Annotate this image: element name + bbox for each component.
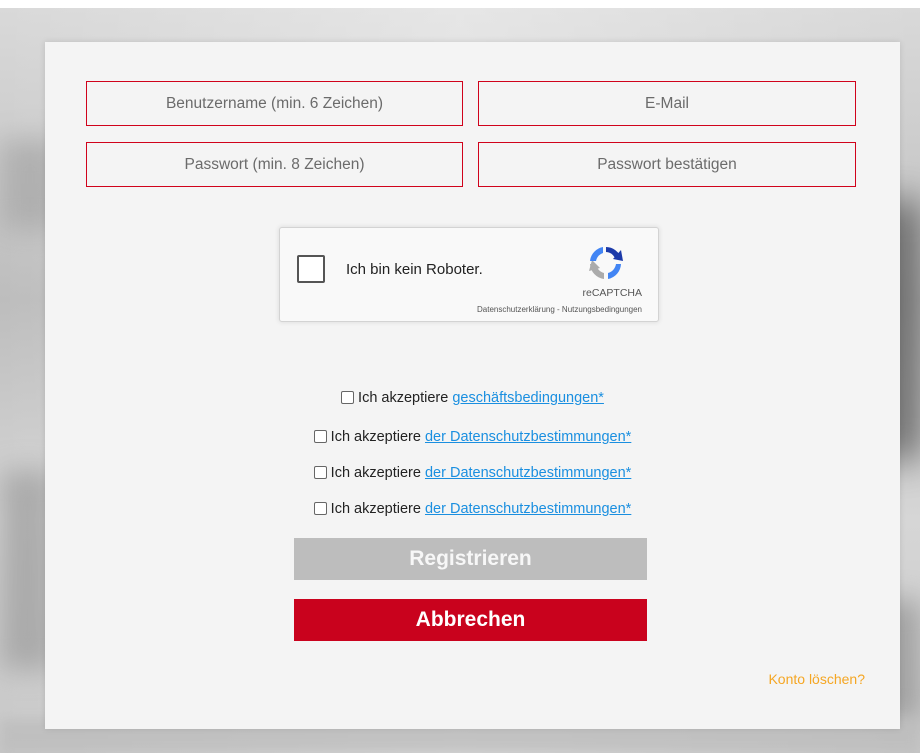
email-input[interactable]	[478, 81, 856, 126]
consent-privacy-2-checkbox[interactable]	[313, 466, 327, 479]
privacy-link-3[interactable]: der Datenschutzbestimmungen*	[425, 501, 631, 517]
consent-terms-label: Ich akzeptiere	[358, 390, 453, 406]
password-confirm-input[interactable]	[478, 142, 856, 187]
registration-panel: Ich bin kein Roboter. reCAPTCHA Datensch…	[45, 42, 900, 729]
terms-link[interactable]: geschäftsbedingungen*	[452, 390, 604, 406]
recaptcha-logo-icon	[589, 247, 623, 279]
password-input[interactable]	[86, 142, 463, 187]
recaptcha-brand: reCAPTCHA	[582, 287, 642, 299]
register-button[interactable]: Registrieren	[294, 538, 647, 580]
consent-terms-checkbox[interactable]	[341, 391, 355, 404]
consent-privacy-1-label: Ich akzeptiere	[330, 429, 425, 445]
delete-account-link[interactable]: Konto löschen?	[768, 671, 865, 687]
privacy-link-2[interactable]: der Datenschutzbestimmungen*	[425, 465, 631, 481]
privacy-link-1[interactable]: der Datenschutzbestimmungen*	[425, 429, 631, 445]
consent-privacy-3: Ich akzeptiere der Datenschutzbestimmung…	[45, 501, 900, 517]
recaptcha-privacy-terms-links[interactable]: Datenschutzerklärung - Nutzungsbedingung…	[477, 305, 642, 314]
consent-privacy-3-checkbox[interactable]	[313, 502, 327, 515]
consent-privacy-2-label: Ich akzeptiere	[330, 465, 425, 481]
recaptcha-label: Ich bin kein Roboter.	[346, 261, 483, 278]
consent-privacy-1-checkbox[interactable]	[313, 430, 327, 443]
consent-privacy-3-label: Ich akzeptiere	[330, 501, 425, 517]
consent-privacy-2: Ich akzeptiere der Datenschutzbestimmung…	[45, 465, 900, 481]
recaptcha-checkbox[interactable]	[297, 255, 325, 283]
consent-privacy-1: Ich akzeptiere der Datenschutzbestimmung…	[45, 429, 900, 445]
cancel-button[interactable]: Abbrechen	[294, 599, 647, 641]
username-input[interactable]	[86, 81, 463, 126]
consent-terms: Ich akzeptiere geschäftsbedingungen*	[45, 390, 900, 406]
recaptcha-widget: Ich bin kein Roboter. reCAPTCHA Datensch…	[279, 227, 659, 322]
